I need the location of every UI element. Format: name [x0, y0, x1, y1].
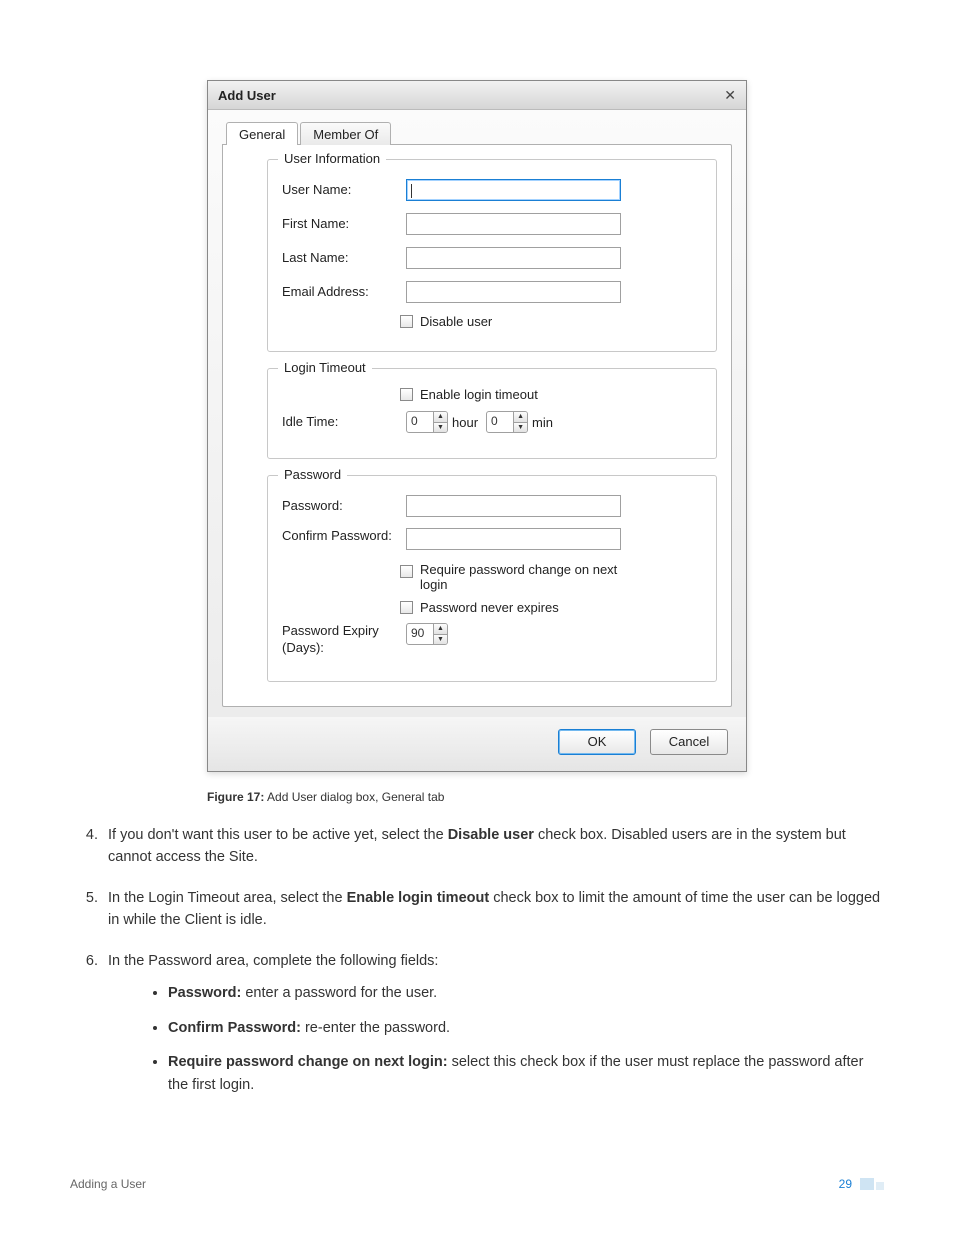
input-last-name[interactable]	[406, 247, 621, 269]
tab-member-of[interactable]: Member Of	[300, 122, 391, 145]
footer-section-title: Adding a User	[70, 1177, 146, 1191]
unit-min: min	[532, 415, 553, 430]
tab-panel-general: User Information User Name: First Name: …	[222, 144, 732, 707]
spinner-value: 0	[407, 412, 433, 432]
input-confirm-password[interactable]	[406, 528, 621, 550]
label-last-name: Last Name:	[282, 250, 406, 267]
page-footer: Adding a User 29	[70, 1177, 884, 1191]
bullet-require-change: Require password change on next login: s…	[168, 1051, 884, 1096]
spinner-up-icon[interactable]: ▲	[514, 412, 527, 423]
label-idle-time: Idle Time:	[282, 414, 406, 431]
label-first-name: First Name:	[282, 216, 406, 233]
dialog-body: General Member Of User Information User …	[208, 110, 746, 717]
instructions-block: If you don't want this user to be active…	[70, 824, 884, 1096]
spinner-value: 0	[487, 412, 513, 432]
spinner-password-expiry[interactable]: 90 ▲ ▼	[406, 623, 448, 645]
instruction-6: In the Password area, complete the follo…	[102, 950, 884, 1096]
group-legend: Password	[278, 467, 347, 482]
ok-button[interactable]: OK	[558, 729, 636, 755]
footer-decoration-icon	[860, 1178, 884, 1190]
spinner-down-icon[interactable]: ▼	[434, 635, 447, 645]
input-first-name[interactable]	[406, 213, 621, 235]
figure-caption: Figure 17: Add User dialog box, General …	[207, 790, 747, 804]
spinner-idle-minutes[interactable]: 0 ▲ ▼	[486, 411, 528, 433]
page-number: 29	[839, 1177, 852, 1191]
label-email: Email Address:	[282, 284, 406, 301]
instruction-5: In the Login Timeout area, select the En…	[102, 887, 884, 932]
bullet-confirm-password: Confirm Password: re-enter the password.	[168, 1017, 884, 1039]
group-legend: Login Timeout	[278, 360, 372, 375]
spinner-up-icon[interactable]: ▲	[434, 624, 447, 635]
text-caret	[411, 184, 412, 198]
group-password: Password Password: Confirm Password: Req…	[267, 475, 717, 682]
spinner-value: 90	[407, 624, 433, 644]
tab-general[interactable]: General	[226, 122, 298, 145]
checkbox-enable-login-timeout[interactable]	[400, 388, 413, 401]
group-login-timeout: Login Timeout Enable login timeout Idle …	[267, 368, 717, 459]
checkbox-password-never-expires[interactable]	[400, 601, 413, 614]
tab-strip: General Member Of	[222, 122, 732, 145]
figure-text: Add User dialog box, General tab	[267, 790, 444, 804]
input-password[interactable]	[406, 495, 621, 517]
close-icon[interactable]: ✕	[724, 88, 736, 102]
input-user-name[interactable]	[406, 179, 621, 201]
label-password: Password:	[282, 498, 406, 515]
spinner-idle-hours[interactable]: 0 ▲ ▼	[406, 411, 448, 433]
dialog-titlebar: Add User ✕	[208, 81, 746, 110]
label-disable-user: Disable user	[420, 314, 492, 329]
label-enable-login-timeout: Enable login timeout	[420, 387, 538, 402]
unit-hour: hour	[452, 415, 478, 430]
label-confirm-password: Confirm Password:	[282, 528, 406, 545]
bullet-password: Password: enter a password for the user.	[168, 982, 884, 1004]
group-legend: User Information	[278, 151, 386, 166]
spinner-up-icon[interactable]: ▲	[434, 412, 447, 423]
checkbox-require-password-change[interactable]	[400, 565, 413, 578]
label-password-expiry: Password Expiry (Days):	[282, 623, 406, 657]
add-user-dialog: Add User ✕ General Member Of User Inform…	[207, 80, 747, 772]
group-user-information: User Information User Name: First Name: …	[267, 159, 717, 352]
document-page: Add User ✕ General Member Of User Inform…	[0, 0, 954, 1235]
label-user-name: User Name:	[282, 182, 406, 199]
checkbox-disable-user[interactable]	[400, 315, 413, 328]
spinner-down-icon[interactable]: ▼	[434, 423, 447, 433]
cancel-button[interactable]: Cancel	[650, 729, 728, 755]
label-password-never-expires: Password never expires	[420, 600, 559, 615]
dialog-button-bar: OK Cancel	[208, 717, 746, 771]
dialog-title: Add User	[218, 88, 276, 103]
input-email[interactable]	[406, 281, 621, 303]
spinner-down-icon[interactable]: ▼	[514, 423, 527, 433]
instruction-4: If you don't want this user to be active…	[102, 824, 884, 869]
figure-label: Figure 17:	[207, 790, 264, 804]
label-require-password-change: Require password change on next login	[420, 562, 630, 592]
